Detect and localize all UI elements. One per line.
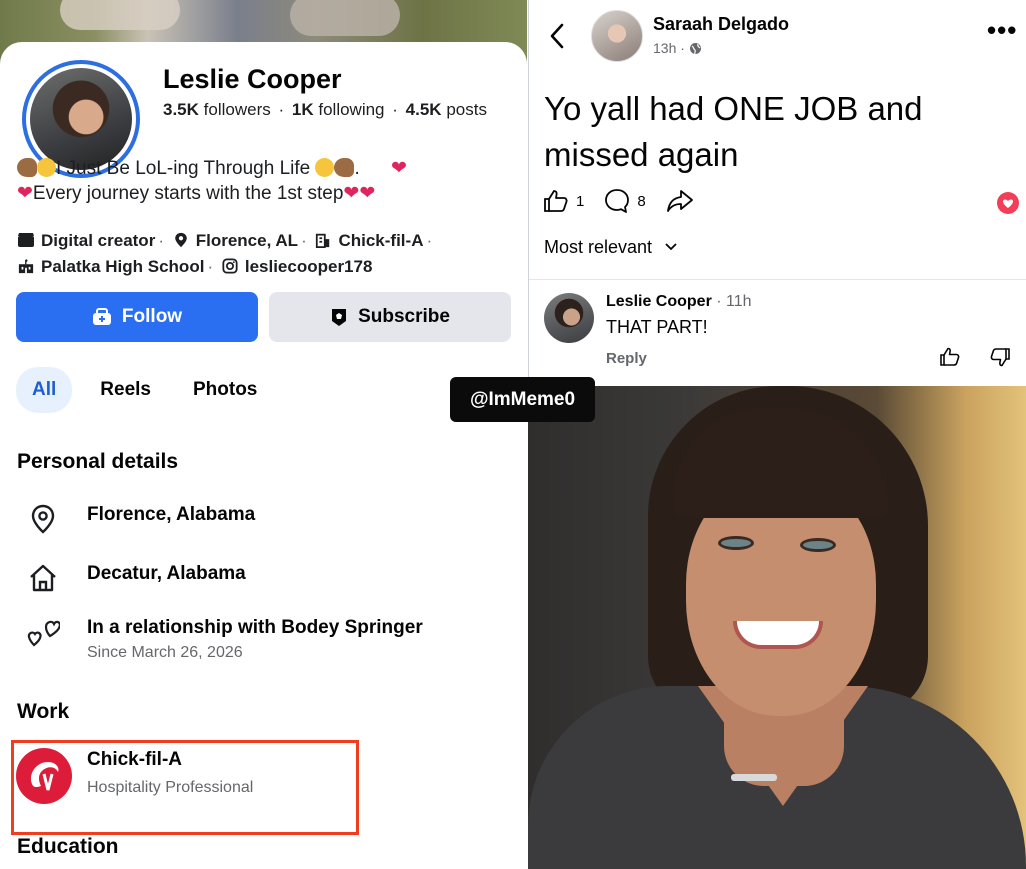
- education-title: Education: [17, 835, 119, 858]
- work-position: Hospitality Professional: [87, 779, 254, 796]
- profile-tabs: All Reels Photos: [16, 367, 285, 413]
- comment-time: 11h: [726, 293, 752, 310]
- comment-author-avatar[interactable]: [544, 293, 594, 343]
- like-button[interactable]: 1: [543, 189, 584, 213]
- downvote-icon[interactable]: [989, 347, 1011, 367]
- more-options-icon[interactable]: •••: [987, 17, 1017, 43]
- followers-label[interactable]: followers: [204, 100, 271, 119]
- follow-icon: [92, 308, 111, 325]
- love-reaction-icon[interactable]: [997, 192, 1019, 214]
- following-count[interactable]: 1K: [292, 100, 314, 119]
- subscribe-label: Subscribe: [358, 306, 450, 327]
- chick-fil-a-logo-icon: [16, 748, 72, 804]
- follow-button[interactable]: Follow: [16, 292, 258, 342]
- comment-button[interactable]: 8: [604, 188, 646, 214]
- watermark-label: @ImMeme0: [450, 377, 595, 422]
- location-pin-icon: [174, 232, 187, 248]
- current-city-text[interactable]: Florence, Alabama: [87, 502, 255, 528]
- school-icon: [18, 258, 34, 274]
- detail-hometown: Decatur, Alabama: [26, 561, 246, 595]
- flexed-biceps-icon: [17, 158, 37, 177]
- personal-details-title: Personal details: [17, 450, 179, 473]
- profile-card: Leslie Cooper 3.5K followers · 1K follow…: [0, 42, 527, 869]
- relationship-since: Since March 26, 2026: [87, 644, 243, 661]
- chevron-down-icon: [665, 243, 677, 251]
- comment-header: Leslie Cooper · 11h: [606, 293, 752, 310]
- meta-location[interactable]: Florence, AL: [196, 231, 298, 250]
- back-arrow-icon[interactable]: [549, 22, 565, 50]
- red-heart-icon: ❤: [359, 183, 376, 204]
- meta-work[interactable]: Chick-fil-A: [338, 231, 423, 250]
- like-count: 1: [576, 192, 585, 210]
- red-heart-icon: ❤: [343, 183, 360, 204]
- comment-author-name[interactable]: Leslie Cooper: [606, 293, 712, 310]
- globe-icon: [689, 43, 701, 55]
- share-arrow-icon: [666, 190, 693, 212]
- red-heart-icon: ❤: [391, 158, 407, 179]
- following-label[interactable]: following: [318, 100, 384, 119]
- selfie-photo: [528, 386, 1026, 869]
- home-icon: [30, 564, 56, 592]
- subscribe-badge-icon: [332, 309, 347, 326]
- profile-panel: Leslie Cooper 3.5K followers · 1K follow…: [0, 0, 527, 869]
- rolling-laughing-icon: [315, 158, 335, 177]
- rolling-laughing-icon: [37, 158, 56, 177]
- profile-meta: Digital creator · Florence, AL · Chick-fil…: [17, 228, 522, 280]
- bio-line-1: I Just Be LoL-ing Through Life: [56, 158, 311, 179]
- location-pin-icon: [31, 504, 55, 534]
- work-title: Work: [17, 700, 70, 723]
- bio-line-2: Every journey starts with the 1st step: [32, 183, 344, 204]
- comment-bubble-icon: [605, 189, 630, 213]
- red-heart-icon: ❤: [17, 183, 33, 204]
- tab-reels[interactable]: Reels: [86, 367, 165, 413]
- thumbs-up-icon: [544, 190, 568, 212]
- post-author-avatar[interactable]: [591, 10, 643, 62]
- post-text: Yo yall had ONE JOB and missed again: [544, 90, 923, 173]
- comment-count: 8: [637, 192, 646, 210]
- post-panel: Saraah Delgado 13h · ••• Yo yall had ONE…: [528, 0, 1026, 386]
- meta-role: Digital creator: [41, 231, 156, 250]
- building-icon: [316, 233, 330, 248]
- meta-instagram[interactable]: lesliecooper178: [245, 257, 373, 276]
- post-actions: 1 8: [543, 188, 714, 214]
- upvote-icon[interactable]: [939, 347, 961, 367]
- post-timestamp: 13h ·: [653, 40, 702, 56]
- post-time: 13h: [653, 40, 677, 56]
- sort-label: Most relevant: [544, 237, 653, 257]
- posts-count: 4.5K: [405, 100, 442, 119]
- tab-all[interactable]: All: [16, 367, 73, 413]
- relationship-text[interactable]: In a relationship with Bodey Springer: [87, 615, 423, 641]
- profile-bio: I Just Be LoL-ing Through Life . ❤ ❤Ever…: [17, 158, 407, 204]
- work-employer[interactable]: Chick-fil-A: [87, 749, 182, 771]
- sort-dropdown[interactable]: Most relevant: [544, 237, 677, 258]
- instagram-icon: [222, 258, 238, 274]
- hometown-text[interactable]: Decatur, Alabama: [87, 561, 246, 587]
- tab-photos[interactable]: Photos: [179, 367, 271, 413]
- meta-school[interactable]: Palatka High School: [41, 257, 204, 276]
- detail-current-city: Florence, Alabama: [26, 502, 255, 536]
- subscribe-button[interactable]: Subscribe: [269, 292, 511, 342]
- hearts-icon: [27, 620, 60, 647]
- followers-count[interactable]: 3.5K: [163, 100, 199, 119]
- reply-button[interactable]: Reply: [606, 350, 647, 367]
- clapperboard-icon: [18, 233, 34, 247]
- follow-label: Follow: [121, 306, 183, 327]
- profile-name: Leslie Cooper: [163, 64, 342, 94]
- profile-stats: 3.5K followers · 1K following · 4.5K pos…: [163, 100, 487, 119]
- posts-label: posts: [446, 100, 487, 119]
- share-button[interactable]: [666, 189, 694, 213]
- divider: [529, 279, 1026, 280]
- post-author-name[interactable]: Saraah Delgado: [653, 14, 789, 35]
- detail-relationship: In a relationship with Bodey Springer Si…: [26, 615, 423, 665]
- comment-text: THAT PART!: [606, 317, 708, 337]
- flexed-biceps-icon: [334, 158, 355, 177]
